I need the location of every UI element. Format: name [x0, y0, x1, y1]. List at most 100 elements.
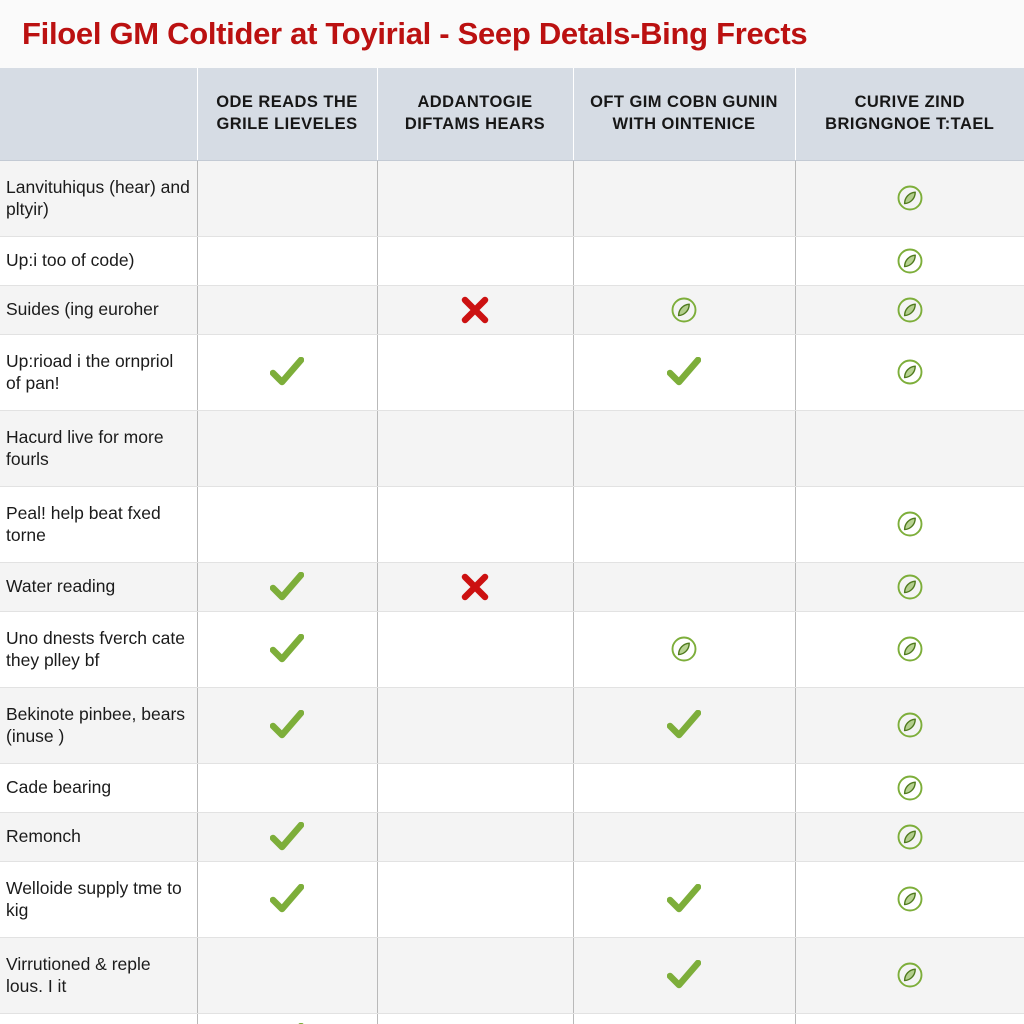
- cell-r7-c2: [377, 562, 574, 612]
- leaf-circle-icon: [896, 510, 924, 538]
- leaf-circle-icon: [896, 711, 924, 739]
- leaf-circle-icon: [896, 247, 924, 275]
- check-icon: [270, 821, 304, 852]
- cell-r7-c3: [573, 562, 796, 612]
- row-label: Up:i too of code): [0, 236, 198, 286]
- row-label: Remonch: [0, 812, 198, 862]
- cell-r2-c3: [573, 236, 796, 286]
- cell-r12-c1: [197, 861, 378, 938]
- table-row: Cost can coltle): [0, 1013, 1024, 1024]
- cell-r8-c3: [573, 611, 796, 688]
- row-label: Lanvituhiqus (hear) and pltyir): [0, 160, 198, 237]
- cell-r1-c3: [573, 160, 796, 237]
- row-label: Water reading: [0, 562, 198, 612]
- table-row: Virrutioned & reple lous. I it: [0, 937, 1024, 1014]
- cell-r1-c2: [377, 160, 574, 237]
- cell-r10-c4: [795, 763, 1024, 813]
- cell-r5-c4: [795, 410, 1024, 487]
- table-row: Up:rioad i the ornpriol of pan!: [0, 334, 1024, 411]
- cell-r10-c3: [573, 763, 796, 813]
- row-label: Peal! help beat fxed torne: [0, 486, 198, 563]
- cell-r12-c2: [377, 861, 574, 938]
- leaf-circle-icon: [896, 774, 924, 802]
- leaf-circle-icon: [896, 358, 924, 386]
- check-icon: [270, 571, 304, 602]
- cell-r11-c2: [377, 812, 574, 862]
- cell-r6-c2: [377, 486, 574, 563]
- cell-r4-c1: [197, 334, 378, 411]
- check-icon: [667, 710, 701, 740]
- check-icon: [667, 357, 701, 387]
- table-row: Hacurd live for more fourls: [0, 410, 1024, 487]
- cell-r8-c1: [197, 611, 378, 688]
- cell-r13-c3: [573, 937, 796, 1014]
- cell-r6-c4: [795, 486, 1024, 563]
- leaf-circle-icon: [896, 296, 924, 324]
- header-cell-blank: [0, 68, 198, 161]
- cell-r5-c3: [573, 410, 796, 487]
- cell-r3-c3: [573, 285, 796, 335]
- comparison-table-page: Filoel GM Coltider at Toyirial - Seep De…: [0, 0, 1024, 1024]
- header-cell-1[interactable]: ODE READS THE GRILE LIEVELES: [197, 68, 378, 161]
- header-row: ODE READS THE GRILE LIEVELES ADDANTOGIE …: [0, 68, 1024, 161]
- check-icon: [270, 710, 304, 740]
- check-icon: [270, 884, 304, 914]
- cell-r14-c2: [377, 1013, 574, 1024]
- header-cell-4[interactable]: CURIVE ZIND BRIGNGNOE T:TAEL: [795, 68, 1024, 161]
- cell-r6-c3: [573, 486, 796, 563]
- cell-r2-c4: [795, 236, 1024, 286]
- cell-r3-c4: [795, 285, 1024, 335]
- leaf-circle-icon: [896, 961, 924, 989]
- table-row: Remonch: [0, 812, 1024, 862]
- table-row: Water reading: [0, 562, 1024, 612]
- cell-r13-c4: [795, 937, 1024, 1014]
- cross-icon: [461, 296, 489, 324]
- comparison-table: ODE READS THE GRILE LIEVELES ADDANTOGIE …: [0, 68, 1024, 1024]
- cell-r3-c1: [197, 285, 378, 335]
- leaf-circle-icon: [670, 296, 698, 324]
- leaf-circle-icon: [896, 184, 924, 212]
- row-label: Cade bearing: [0, 763, 198, 813]
- cell-r2-c2: [377, 236, 574, 286]
- table-row: Up:i too of code): [0, 236, 1024, 286]
- row-label: Welloide supply tme to kig: [0, 861, 198, 938]
- cell-r1-c4: [795, 160, 1024, 237]
- cell-r4-c3: [573, 334, 796, 411]
- header-cell-2[interactable]: ADDANTOGIE DIFTAMS HEARS: [377, 68, 574, 161]
- cell-r11-c3: [573, 812, 796, 862]
- cell-r5-c2: [377, 410, 574, 487]
- leaf-circle-icon: [896, 823, 924, 851]
- table-row: Suides (ing euroher: [0, 285, 1024, 335]
- row-label: Up:rioad i the ornpriol of pan!: [0, 334, 198, 411]
- header-cell-3[interactable]: OFT GIM COBN GUNIN WITH OINTENICE: [573, 68, 796, 161]
- check-icon: [270, 634, 304, 664]
- cell-r14-c4: [795, 1013, 1024, 1024]
- row-label: Suides (ing euroher: [0, 285, 198, 335]
- table-row: Uno dnests fverch cate they plley bf: [0, 611, 1024, 688]
- cross-icon: [461, 573, 489, 601]
- cell-r9-c2: [377, 687, 574, 764]
- leaf-circle-icon: [670, 635, 698, 663]
- check-icon: [667, 884, 701, 914]
- cell-r3-c2: [377, 285, 574, 335]
- table-body: Lanvituhiqus (hear) and pltyir) Up:i too …: [0, 160, 1024, 1024]
- leaf-circle-icon: [896, 885, 924, 913]
- table-row: Bekinote pinbee, bears (inuse ): [0, 687, 1024, 764]
- cell-r14-c3: [573, 1013, 796, 1024]
- cell-r10-c2: [377, 763, 574, 813]
- row-label: Uno dnests fverch cate they plley bf: [0, 611, 198, 688]
- table-row: Peal! help beat fxed torne: [0, 486, 1024, 563]
- page-title: Filoel GM Coltider at Toyirial - Seep De…: [22, 15, 808, 51]
- table-row: Lanvituhiqus (hear) and pltyir): [0, 160, 1024, 237]
- row-label: Hacurd live for more fourls: [0, 410, 198, 487]
- cell-r9-c4: [795, 687, 1024, 764]
- leaf-circle-icon: [896, 635, 924, 663]
- check-icon: [667, 960, 701, 990]
- cell-r11-c1: [197, 812, 378, 862]
- table-row: Welloide supply tme to kig: [0, 861, 1024, 938]
- cell-r2-c1: [197, 236, 378, 286]
- cell-r7-c4: [795, 562, 1024, 612]
- cell-r8-c4: [795, 611, 1024, 688]
- cell-r13-c2: [377, 937, 574, 1014]
- cell-r11-c4: [795, 812, 1024, 862]
